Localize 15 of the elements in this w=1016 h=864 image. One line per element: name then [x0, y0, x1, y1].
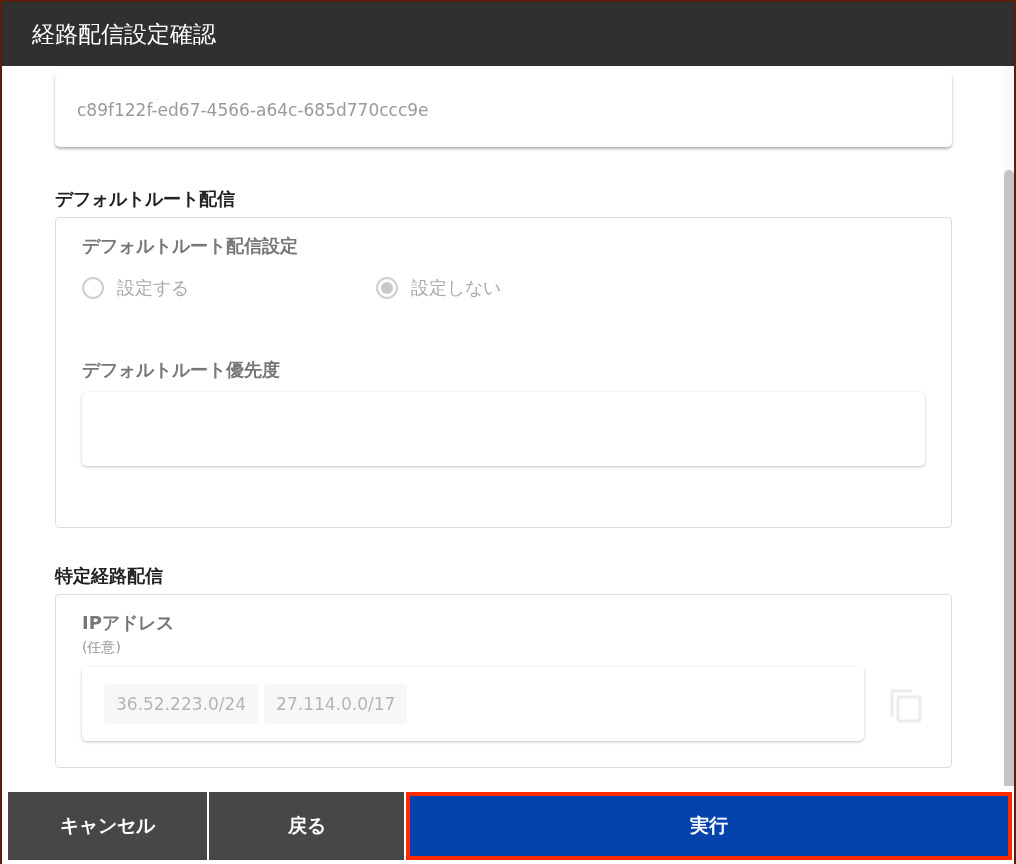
ip-address-field[interactable]: 36.52.223.0/24 27.114.0.0/17	[82, 667, 864, 741]
footer-button[interactable]: キャンセル	[8, 792, 207, 860]
section-heading: デフォルトルート配信	[55, 187, 236, 211]
optional-note: (任意)	[82, 639, 122, 657]
field-label: IPアドレス	[82, 611, 175, 635]
section-heading: 特定経路配信	[55, 564, 164, 588]
id-value: c89f122f-ed67-4566-a64c-685d770ccc9e	[77, 99, 429, 120]
id-field[interactable]: c89f122f-ed67-4566-a64c-685d770ccc9e	[55, 72, 952, 147]
execute-button[interactable]: 実行	[406, 792, 1012, 860]
field-label: デフォルトルート配信設定	[82, 234, 299, 258]
field-label: デフォルトルート優先度	[82, 358, 281, 382]
ip-address-chip: 36.52.223.0/24	[104, 684, 259, 724]
ip-address-chip: 27.114.0.0/17	[264, 684, 408, 724]
window-title: 経路配信設定確認	[32, 19, 216, 49]
footer-button[interactable]: 戻る	[209, 792, 404, 860]
